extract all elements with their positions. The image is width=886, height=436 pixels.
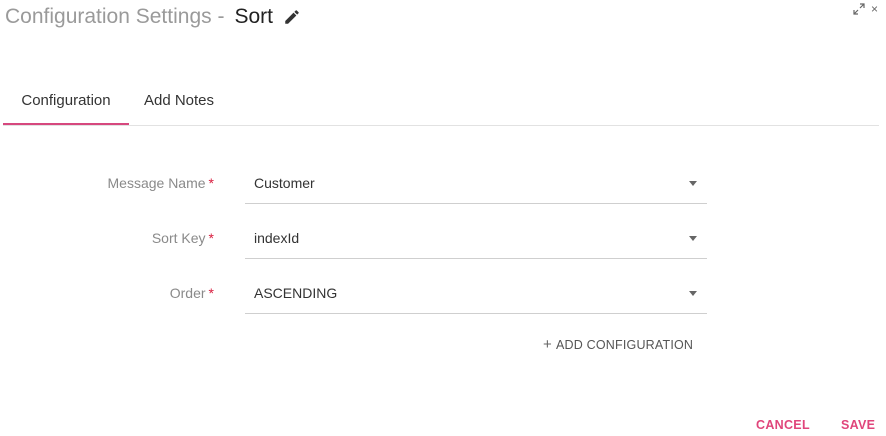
tab-add-notes[interactable]: Add Notes bbox=[129, 83, 229, 123]
order-value: ASCENDING bbox=[254, 285, 338, 301]
message-name-row: Message Name * Customer bbox=[0, 163, 886, 204]
cancel-button[interactable]: CANCEL bbox=[756, 418, 810, 432]
dialog-title-prefix: Configuration Settings - bbox=[5, 5, 225, 28]
order-select[interactable]: ASCENDING bbox=[245, 273, 707, 314]
sort-key-select[interactable]: indexId bbox=[245, 218, 707, 259]
order-row: Order * ASCENDING bbox=[0, 273, 886, 314]
required-marker: * bbox=[208, 285, 214, 301]
close-icon[interactable]: × bbox=[871, 3, 878, 15]
required-marker: * bbox=[208, 175, 214, 191]
sort-key-value: indexId bbox=[254, 230, 300, 246]
dialog-header: Configuration Settings - Sort bbox=[5, 2, 303, 32]
message-name-select[interactable]: Customer bbox=[245, 163, 707, 204]
window-controls: × bbox=[853, 3, 878, 15]
sort-key-label: Sort Key * bbox=[151, 230, 214, 246]
message-name-label: Message Name * bbox=[107, 175, 215, 191]
dropdown-arrow-icon bbox=[689, 291, 697, 296]
expand-icon[interactable] bbox=[853, 3, 865, 15]
dropdown-arrow-icon bbox=[689, 181, 697, 186]
dropdown-arrow-icon bbox=[689, 236, 697, 241]
tab-bar: Configuration Add Notes bbox=[3, 83, 879, 126]
sort-key-row: Sort Key * indexId bbox=[0, 218, 886, 259]
order-label: Order * bbox=[169, 285, 214, 301]
dialog-title-name: Sort bbox=[234, 5, 273, 28]
message-name-value: Customer bbox=[254, 175, 315, 191]
plus-icon: + bbox=[543, 336, 552, 353]
add-configuration-label: ADD CONFIGURATION bbox=[555, 338, 694, 352]
add-configuration-button[interactable]: + ADD CONFIGURATION bbox=[543, 335, 693, 355]
pencil-edit-icon[interactable] bbox=[283, 7, 303, 27]
save-button[interactable]: SAVE bbox=[841, 418, 875, 432]
required-marker: * bbox=[208, 230, 214, 246]
tab-configuration[interactable]: Configuration bbox=[3, 83, 129, 125]
